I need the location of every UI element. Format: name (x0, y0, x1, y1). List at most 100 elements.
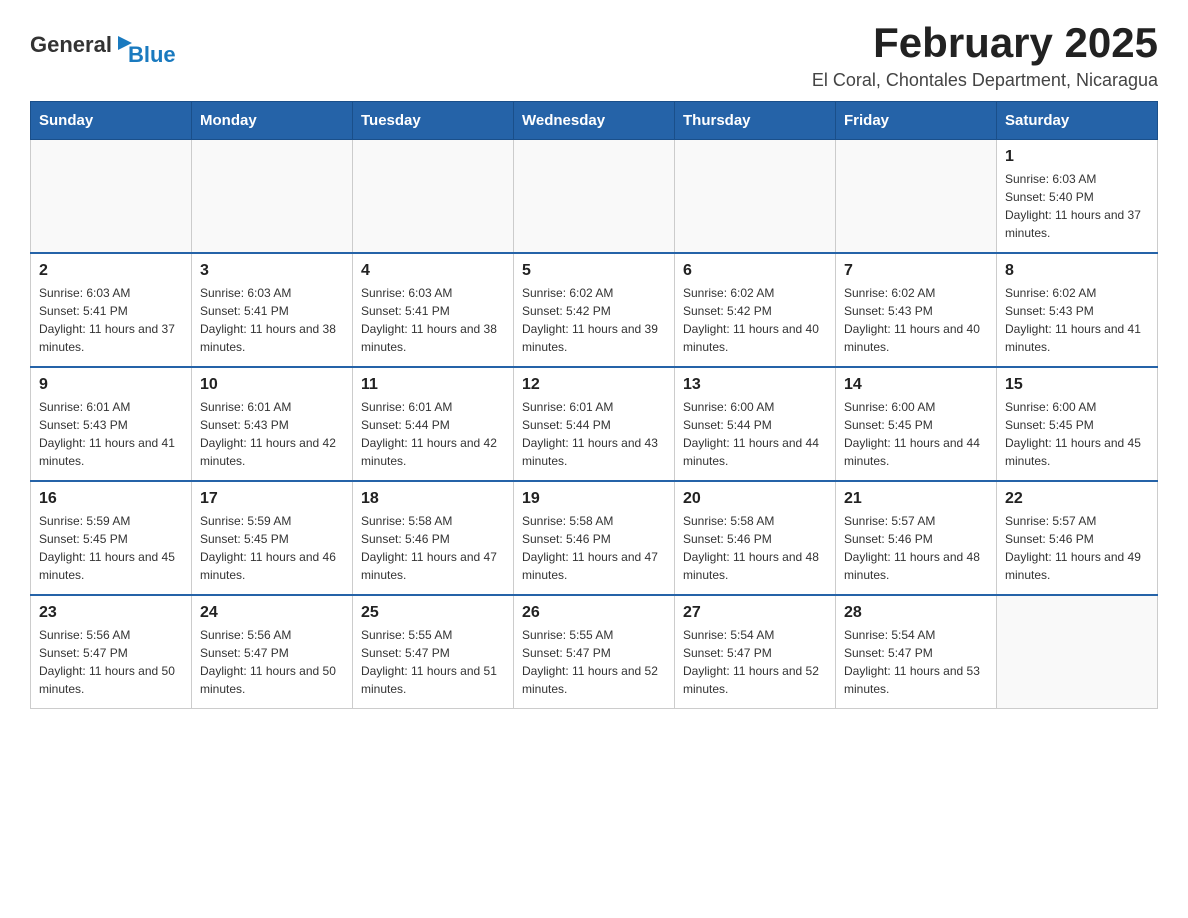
logo-blue-text: Blue (128, 42, 176, 68)
day-info: Sunrise: 5:56 AM Sunset: 5:47 PM Dayligh… (39, 626, 183, 698)
day-number: 10 (200, 376, 344, 394)
calendar-day-header: Friday (836, 102, 997, 140)
day-number: 25 (361, 604, 505, 622)
calendar-week-row: 23Sunrise: 5:56 AM Sunset: 5:47 PM Dayli… (31, 595, 1158, 709)
day-number: 28 (844, 604, 988, 622)
calendar-day-cell: 22 Sunrise: 5:57 AM Sunset: 5:46 PM Dayli… (997, 481, 1158, 595)
day-number: 5 (522, 262, 666, 280)
calendar-day-cell: 16Sunrise: 5:59 AM Sunset: 5:45 PM Dayli… (31, 481, 192, 595)
day-number: 26 (522, 604, 666, 622)
day-number: 27 (683, 604, 827, 622)
day-info: Sunrise: 5:58 AM Sunset: 5:46 PM Dayligh… (361, 512, 505, 584)
day-info: Sunrise: 6:03 AM Sunset: 5:41 PM Dayligh… (200, 284, 344, 356)
day-number: 1 (1005, 148, 1149, 166)
calendar-day-cell: 28 Sunrise: 5:54 AM Sunset: 5:47 PM Dayli… (836, 595, 997, 709)
calendar-day-cell: 5 Sunrise: 6:02 AM Sunset: 5:42 PM Daylig… (514, 253, 675, 367)
day-number: 15 (1005, 376, 1149, 394)
calendar-header-row: SundayMondayTuesdayWednesdayThursdayFrid… (31, 102, 1158, 140)
day-info: Sunrise: 5:54 AM Sunset: 5:47 PM Dayligh… (844, 626, 988, 698)
calendar-day-cell: 24Sunrise: 5:56 AM Sunset: 5:47 PM Dayli… (192, 595, 353, 709)
calendar-day-cell: 18 Sunrise: 5:58 AM Sunset: 5:46 PM Dayli… (353, 481, 514, 595)
calendar-week-row: 1 Sunrise: 6:03 AM Sunset: 5:40 PM Daylig… (31, 140, 1158, 254)
day-number: 11 (361, 376, 505, 394)
day-number: 18 (361, 490, 505, 508)
day-info: Sunrise: 6:03 AM Sunset: 5:41 PM Dayligh… (39, 284, 183, 356)
day-info: Sunrise: 5:56 AM Sunset: 5:47 PM Dayligh… (200, 626, 344, 698)
calendar-day-cell: 10Sunrise: 6:01 AM Sunset: 5:43 PM Dayli… (192, 367, 353, 481)
calendar-day-header: Saturday (997, 102, 1158, 140)
calendar-day-cell: 6 Sunrise: 6:02 AM Sunset: 5:42 PM Daylig… (675, 253, 836, 367)
calendar-day-cell: 17 Sunrise: 5:59 AM Sunset: 5:45 PM Dayli… (192, 481, 353, 595)
day-number: 19 (522, 490, 666, 508)
day-number: 4 (361, 262, 505, 280)
day-info: Sunrise: 6:02 AM Sunset: 5:43 PM Dayligh… (1005, 284, 1149, 356)
day-info: Sunrise: 6:02 AM Sunset: 5:42 PM Dayligh… (683, 284, 827, 356)
calendar-day-cell (353, 140, 514, 254)
calendar-day-cell: 20Sunrise: 5:58 AM Sunset: 5:46 PM Dayli… (675, 481, 836, 595)
day-info: Sunrise: 5:58 AM Sunset: 5:46 PM Dayligh… (522, 512, 666, 584)
day-info: Sunrise: 5:55 AM Sunset: 5:47 PM Dayligh… (361, 626, 505, 698)
calendar-day-cell (514, 140, 675, 254)
calendar-day-cell: 23Sunrise: 5:56 AM Sunset: 5:47 PM Dayli… (31, 595, 192, 709)
calendar-week-row: 9Sunrise: 6:01 AM Sunset: 5:43 PM Daylig… (31, 367, 1158, 481)
day-number: 2 (39, 262, 183, 280)
calendar-week-row: 2 Sunrise: 6:03 AM Sunset: 5:41 PM Daylig… (31, 253, 1158, 367)
page-title: February 2025 (812, 20, 1158, 66)
calendar-day-cell (997, 595, 1158, 709)
day-info: Sunrise: 6:02 AM Sunset: 5:43 PM Dayligh… (844, 284, 988, 356)
day-number: 7 (844, 262, 988, 280)
calendar-day-cell: 25 Sunrise: 5:55 AM Sunset: 5:47 PM Dayli… (353, 595, 514, 709)
day-info: Sunrise: 6:03 AM Sunset: 5:40 PM Dayligh… (1005, 170, 1149, 242)
day-number: 17 (200, 490, 344, 508)
calendar-day-cell: 7 Sunrise: 6:02 AM Sunset: 5:43 PM Daylig… (836, 253, 997, 367)
page-header: General Blue February 2025 El Coral, Cho… (30, 20, 1158, 91)
day-number: 21 (844, 490, 988, 508)
calendar-day-cell: 15 Sunrise: 6:00 AM Sunset: 5:45 PM Dayli… (997, 367, 1158, 481)
logo: General Blue (30, 20, 176, 68)
day-info: Sunrise: 6:00 AM Sunset: 5:45 PM Dayligh… (844, 398, 988, 470)
logo-text-general: General (30, 32, 112, 58)
day-number: 6 (683, 262, 827, 280)
calendar-day-cell: 14 Sunrise: 6:00 AM Sunset: 5:45 PM Dayli… (836, 367, 997, 481)
calendar-day-header: Sunday (31, 102, 192, 140)
calendar-table: SundayMondayTuesdayWednesdayThursdayFrid… (30, 101, 1158, 709)
day-info: Sunrise: 5:58 AM Sunset: 5:46 PM Dayligh… (683, 512, 827, 584)
day-number: 22 (1005, 490, 1149, 508)
calendar-day-cell: 8 Sunrise: 6:02 AM Sunset: 5:43 PM Daylig… (997, 253, 1158, 367)
calendar-day-cell: 27 Sunrise: 5:54 AM Sunset: 5:47 PM Dayli… (675, 595, 836, 709)
day-info: Sunrise: 5:59 AM Sunset: 5:45 PM Dayligh… (200, 512, 344, 584)
calendar-day-cell: 11 Sunrise: 6:01 AM Sunset: 5:44 PM Dayli… (353, 367, 514, 481)
calendar-day-cell: 21 Sunrise: 5:57 AM Sunset: 5:46 PM Dayli… (836, 481, 997, 595)
day-info: Sunrise: 6:02 AM Sunset: 5:42 PM Dayligh… (522, 284, 666, 356)
calendar-day-cell: 3 Sunrise: 6:03 AM Sunset: 5:41 PM Daylig… (192, 253, 353, 367)
calendar-day-header: Tuesday (353, 102, 514, 140)
calendar-day-cell (836, 140, 997, 254)
day-number: 8 (1005, 262, 1149, 280)
day-info: Sunrise: 5:57 AM Sunset: 5:46 PM Dayligh… (844, 512, 988, 584)
calendar-day-cell: 4 Sunrise: 6:03 AM Sunset: 5:41 PM Daylig… (353, 253, 514, 367)
calendar-body: 1 Sunrise: 6:03 AM Sunset: 5:40 PM Daylig… (31, 140, 1158, 709)
calendar-day-cell: 9Sunrise: 6:01 AM Sunset: 5:43 PM Daylig… (31, 367, 192, 481)
calendar-day-header: Thursday (675, 102, 836, 140)
day-info: Sunrise: 6:01 AM Sunset: 5:44 PM Dayligh… (361, 398, 505, 470)
day-info: Sunrise: 6:00 AM Sunset: 5:44 PM Dayligh… (683, 398, 827, 470)
calendar-day-cell: 12Sunrise: 6:01 AM Sunset: 5:44 PM Dayli… (514, 367, 675, 481)
calendar-day-cell (31, 140, 192, 254)
day-info: Sunrise: 6:00 AM Sunset: 5:45 PM Dayligh… (1005, 398, 1149, 470)
day-number: 14 (844, 376, 988, 394)
day-info: Sunrise: 5:59 AM Sunset: 5:45 PM Dayligh… (39, 512, 183, 584)
day-number: 13 (683, 376, 827, 394)
page-subtitle: El Coral, Chontales Department, Nicaragu… (812, 70, 1158, 91)
day-number: 3 (200, 262, 344, 280)
day-info: Sunrise: 5:55 AM Sunset: 5:47 PM Dayligh… (522, 626, 666, 698)
calendar-day-cell (192, 140, 353, 254)
day-info: Sunrise: 6:03 AM Sunset: 5:41 PM Dayligh… (361, 284, 505, 356)
day-info: Sunrise: 5:54 AM Sunset: 5:47 PM Dayligh… (683, 626, 827, 698)
calendar-day-cell: 26 Sunrise: 5:55 AM Sunset: 5:47 PM Dayli… (514, 595, 675, 709)
calendar-day-header: Wednesday (514, 102, 675, 140)
day-number: 12 (522, 376, 666, 394)
logo-wordmark: General (30, 30, 138, 58)
calendar-day-cell: 2 Sunrise: 6:03 AM Sunset: 5:41 PM Daylig… (31, 253, 192, 367)
calendar-header: SundayMondayTuesdayWednesdayThursdayFrid… (31, 102, 1158, 140)
day-info: Sunrise: 5:57 AM Sunset: 5:46 PM Dayligh… (1005, 512, 1149, 584)
